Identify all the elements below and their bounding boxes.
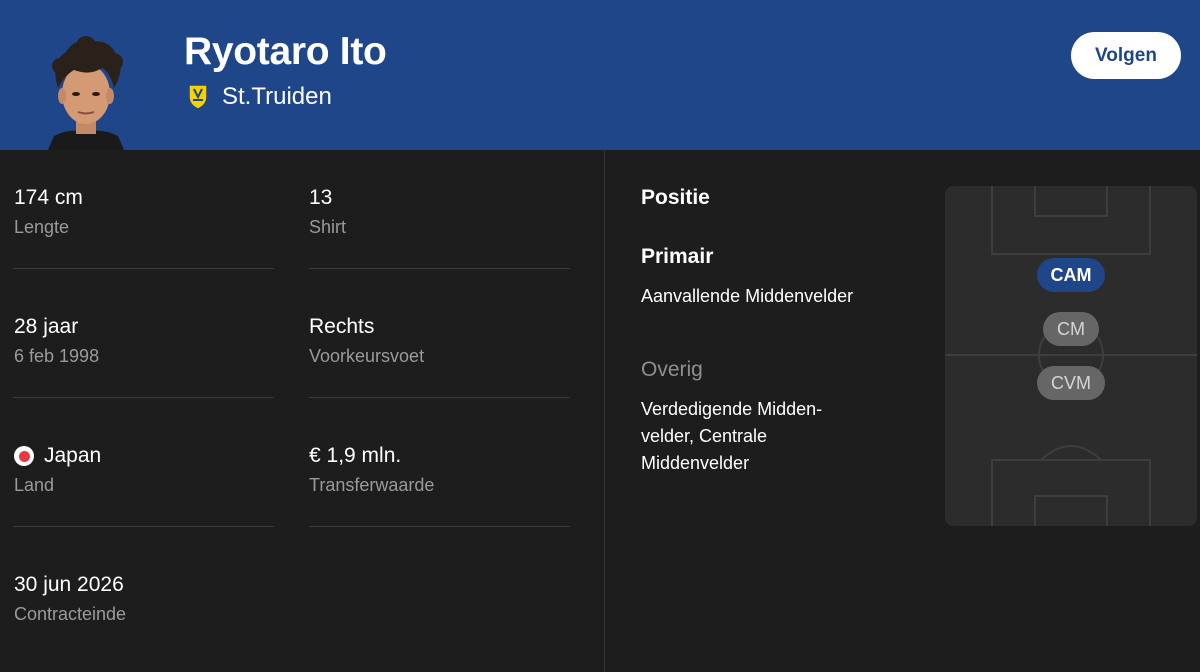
shirt-value: 13 — [309, 186, 333, 209]
divider — [309, 526, 570, 527]
player-header: Ryotaro Ito St.Truiden Volgen — [0, 0, 1200, 150]
transfer-value: € 1,9 mln. — [309, 444, 402, 467]
position-pill-other: CVM — [1037, 366, 1105, 400]
stat-height: 174 cm Lengte — [14, 185, 275, 238]
contract-value: 30 jun 2026 — [14, 573, 124, 596]
pitch-lines — [945, 186, 1197, 526]
primary-position-text: Aanvallende Middenvelder — [641, 286, 854, 306]
foot-value: Rechts — [309, 315, 375, 338]
transfer-label: Transferwaarde — [309, 475, 435, 495]
foot-label: Voorkeursvoet — [309, 346, 425, 366]
stat-country[interactable]: Japan Land — [14, 443, 275, 496]
position-pitch: CAM CM CVM — [945, 186, 1197, 526]
club-name: St.Truiden — [222, 83, 332, 110]
primary-position-title: Primair — [641, 245, 714, 268]
stat-shirt: 13 Shirt — [309, 185, 570, 238]
shirt-label: Shirt — [309, 217, 347, 237]
birthdate-label: 6 feb 1998 — [14, 346, 100, 366]
age-value: 28 jaar — [14, 315, 79, 338]
stat-age: 28 jaar 6 feb 1998 — [14, 314, 275, 367]
other-position-title: Overig — [641, 358, 703, 381]
position-pill-primary: CAM — [1037, 258, 1105, 292]
country-value: Japan — [44, 444, 102, 467]
divider — [13, 268, 274, 269]
position-title: Positie — [641, 186, 710, 209]
divider — [13, 526, 274, 527]
height-value: 174 cm — [14, 186, 83, 209]
other-position-text: Verdedigende Midden-velder, Centrale Mid… — [641, 399, 823, 473]
follow-button[interactable]: Volgen — [1071, 32, 1181, 79]
stat-contract: 30 jun 2026 Contracteinde — [14, 572, 275, 625]
st-truiden-badge-icon — [188, 84, 208, 110]
height-label: Lengte — [14, 217, 70, 237]
club-link[interactable]: St.Truiden — [186, 82, 332, 112]
position-pill-other: CM — [1043, 312, 1099, 346]
divider — [309, 397, 570, 398]
contract-label: Contracteinde — [14, 604, 127, 624]
divider — [309, 268, 570, 269]
divider — [13, 397, 274, 398]
player-name: Ryotaro Ito — [184, 30, 387, 73]
player-avatar — [30, 32, 142, 150]
stat-foot: Rechts Voorkeursvoet — [309, 314, 570, 367]
stat-transfer: € 1,9 mln. Transferwaarde — [309, 443, 570, 496]
section-divider — [604, 150, 605, 672]
country-label: Land — [14, 475, 55, 495]
japan-flag-icon — [14, 446, 34, 466]
